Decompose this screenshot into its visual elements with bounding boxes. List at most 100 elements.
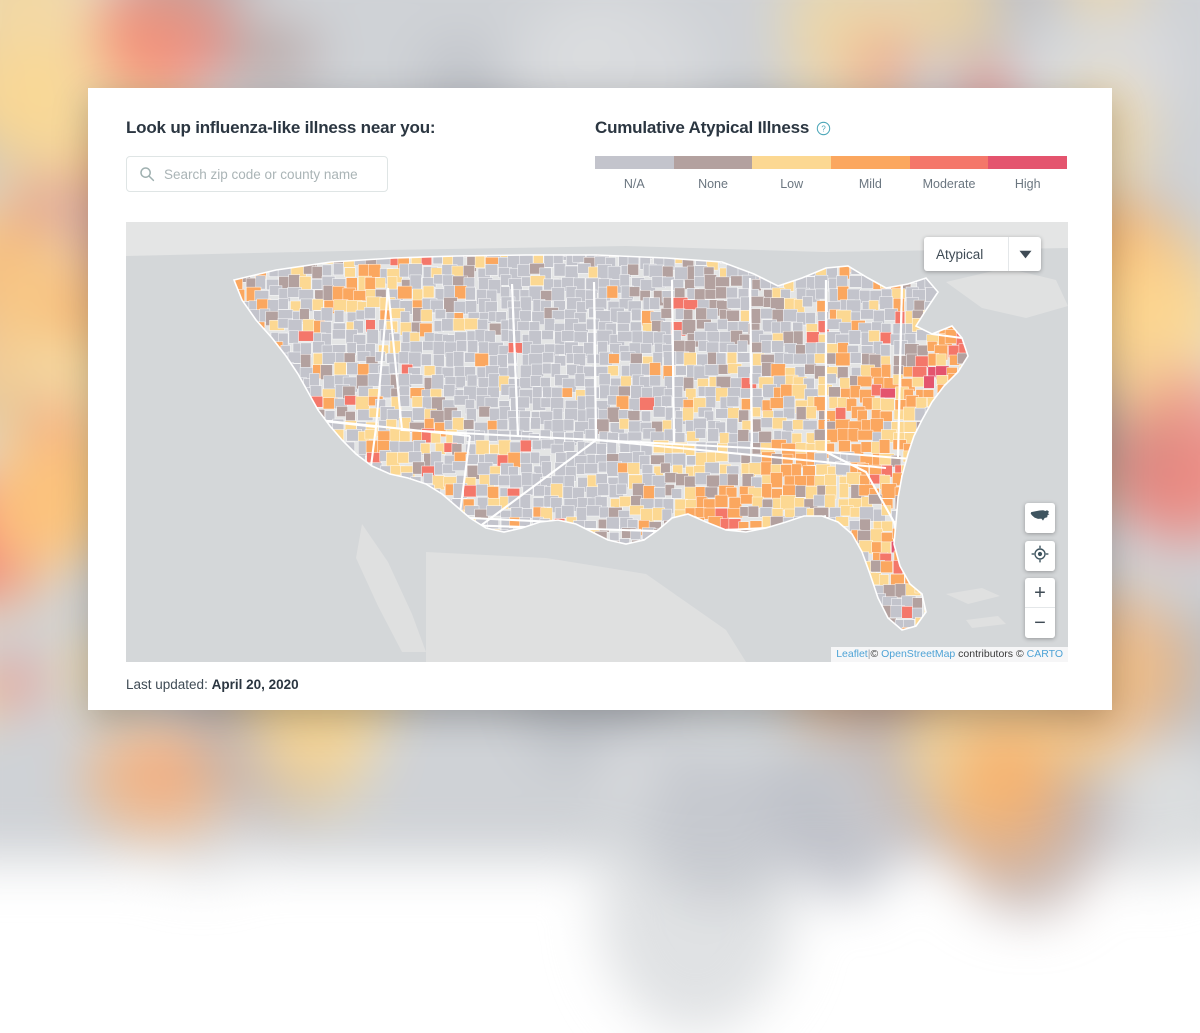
county-shape[interactable] xyxy=(409,452,422,463)
county-shape[interactable] xyxy=(312,267,323,279)
county-shape[interactable] xyxy=(533,387,542,398)
county-shape[interactable] xyxy=(641,343,652,353)
county-shape[interactable] xyxy=(312,279,323,289)
county-shape[interactable] xyxy=(367,330,379,345)
county-shape[interactable] xyxy=(727,352,737,364)
county-shape[interactable] xyxy=(334,310,344,322)
county-shape[interactable] xyxy=(423,473,433,483)
county-shape[interactable] xyxy=(531,418,541,430)
county-shape[interactable] xyxy=(399,352,410,364)
county-shape[interactable] xyxy=(489,374,500,387)
county-shape[interactable] xyxy=(563,487,573,499)
county-shape[interactable] xyxy=(881,364,890,378)
county-shape[interactable] xyxy=(879,440,890,454)
county-shape[interactable] xyxy=(904,422,917,432)
county-shape[interactable] xyxy=(850,386,860,398)
county-shape[interactable] xyxy=(421,354,431,366)
county-shape[interactable] xyxy=(770,473,782,488)
county-shape[interactable] xyxy=(825,495,835,509)
county-shape[interactable] xyxy=(726,310,739,321)
county-shape[interactable] xyxy=(814,453,827,465)
county-shape[interactable] xyxy=(879,575,889,586)
county-shape[interactable] xyxy=(619,419,629,429)
county-shape[interactable] xyxy=(727,287,738,298)
county-shape[interactable] xyxy=(914,300,925,311)
county-shape[interactable] xyxy=(880,297,893,310)
county-shape[interactable] xyxy=(443,275,454,287)
county-shape[interactable] xyxy=(917,345,928,356)
county-shape[interactable] xyxy=(299,331,314,341)
county-shape[interactable] xyxy=(715,495,728,507)
county-shape[interactable] xyxy=(628,432,642,441)
county-shape[interactable] xyxy=(836,408,846,420)
county-shape[interactable] xyxy=(794,331,803,345)
county-shape[interactable] xyxy=(321,322,332,335)
county-shape[interactable] xyxy=(772,341,784,353)
county-shape[interactable] xyxy=(795,498,805,507)
map-container[interactable]: Atypical xyxy=(126,222,1068,662)
county-shape[interactable] xyxy=(650,363,661,377)
zoom-in-button[interactable]: + xyxy=(1025,578,1055,608)
county-shape[interactable] xyxy=(838,343,849,354)
county-shape[interactable] xyxy=(632,309,641,321)
county-shape[interactable] xyxy=(738,341,748,352)
county-shape[interactable] xyxy=(704,275,716,290)
county-shape[interactable] xyxy=(465,353,476,363)
county-shape[interactable] xyxy=(413,289,423,300)
county-shape[interactable] xyxy=(748,506,759,517)
county-shape[interactable] xyxy=(561,505,574,518)
county-shape[interactable] xyxy=(289,331,299,344)
county-shape[interactable] xyxy=(835,419,850,430)
county-shape[interactable] xyxy=(807,332,820,343)
county-shape[interactable] xyxy=(468,341,478,353)
county-shape[interactable] xyxy=(849,330,861,344)
county-shape[interactable] xyxy=(717,319,727,330)
county-shape[interactable] xyxy=(848,429,858,442)
county-shape[interactable] xyxy=(685,279,695,289)
county-shape[interactable] xyxy=(476,440,489,455)
county-shape[interactable] xyxy=(412,408,426,420)
county-shape[interactable] xyxy=(673,386,683,398)
county-shape[interactable] xyxy=(839,484,848,498)
county-shape[interactable] xyxy=(609,354,620,364)
county-shape[interactable] xyxy=(880,388,895,398)
county-shape[interactable] xyxy=(741,494,753,504)
county-shape[interactable] xyxy=(836,353,850,366)
county-shape[interactable] xyxy=(551,444,565,454)
county-shape[interactable] xyxy=(334,300,348,312)
county-shape[interactable] xyxy=(465,301,477,314)
county-shape[interactable] xyxy=(554,263,566,276)
county-shape[interactable] xyxy=(783,421,794,432)
county-shape[interactable] xyxy=(628,463,640,475)
county-shape[interactable] xyxy=(586,319,599,330)
county-shape[interactable] xyxy=(683,408,694,421)
county-shape[interactable] xyxy=(716,277,730,287)
county-shape[interactable] xyxy=(628,411,640,421)
county-shape[interactable] xyxy=(850,352,861,363)
county-shape[interactable] xyxy=(727,298,742,308)
county-shape[interactable] xyxy=(783,408,795,419)
county-shape[interactable] xyxy=(453,352,464,367)
county-shape[interactable] xyxy=(299,290,314,300)
county-shape[interactable] xyxy=(772,454,782,465)
county-shape[interactable] xyxy=(543,352,554,363)
county-shape[interactable] xyxy=(761,462,772,475)
county-shape[interactable] xyxy=(760,507,773,517)
county-shape[interactable] xyxy=(574,332,587,343)
county-shape[interactable] xyxy=(770,398,784,409)
county-shape[interactable] xyxy=(695,289,706,300)
county-shape[interactable] xyxy=(881,561,893,573)
county-shape[interactable] xyxy=(727,396,739,407)
county-shape[interactable] xyxy=(847,472,862,484)
county-shape[interactable] xyxy=(607,517,620,530)
metric-dropdown[interactable]: Atypical xyxy=(924,237,1041,271)
county-shape[interactable] xyxy=(485,264,498,275)
county-shape[interactable] xyxy=(544,319,554,332)
county-shape[interactable] xyxy=(705,462,719,473)
county-shape[interactable] xyxy=(652,475,666,487)
county-shape[interactable] xyxy=(399,442,414,453)
county-shape[interactable] xyxy=(857,410,867,421)
county-shape[interactable] xyxy=(792,464,801,477)
county-shape[interactable] xyxy=(485,301,497,313)
county-shape[interactable] xyxy=(497,420,508,430)
